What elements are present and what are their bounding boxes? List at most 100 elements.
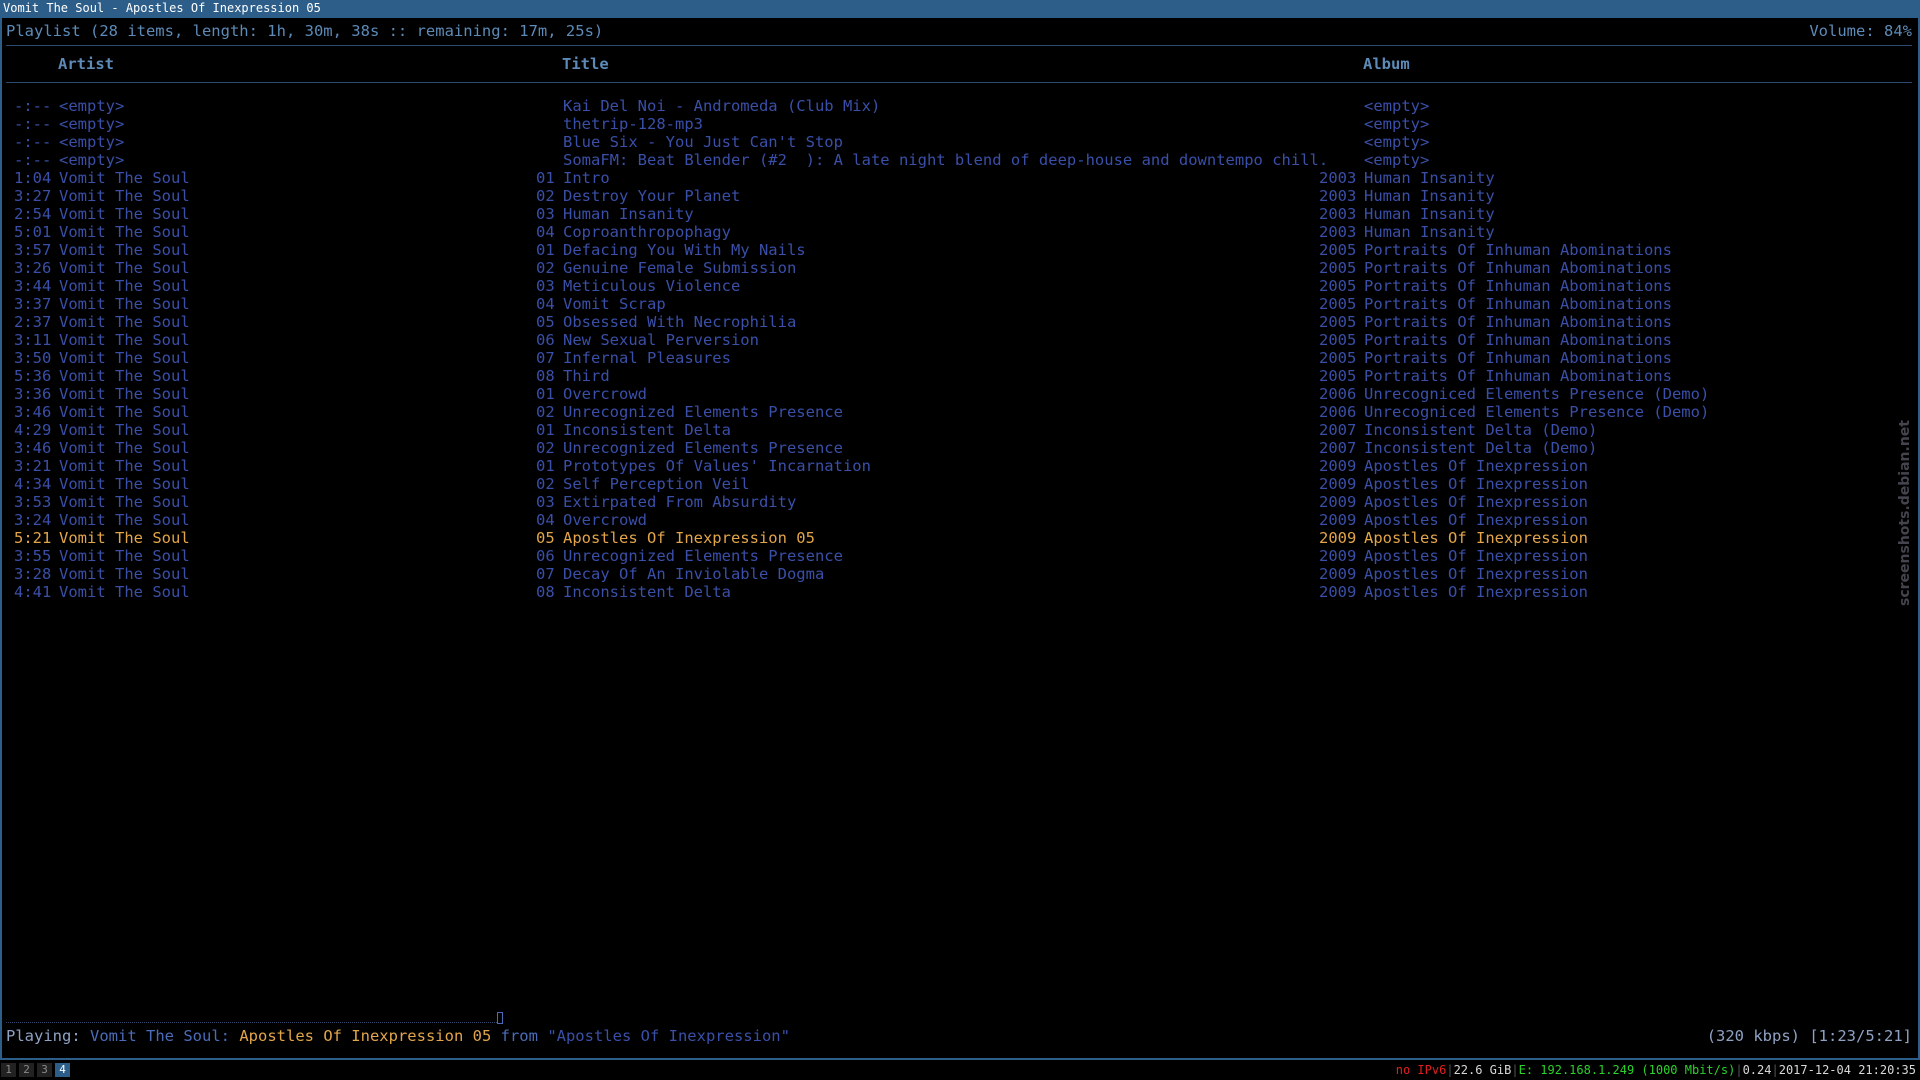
- track-length: 4:41: [14, 583, 52, 601]
- playlist-row[interactable]: 4:29 Vomit The Soul 01 Inconsistent Delta 20…: [2, 421, 1918, 439]
- playlist-row[interactable]: -:-- <empty> SomaFM: Beat Blender (#2 ): A…: [2, 151, 1918, 169]
- playlist-row[interactable]: 4:34 Vomit The Soul 02 Self Perception Veil…: [2, 475, 1918, 493]
- ethernet-status: E: 192.168.1.249 (1000 Mbit/s): [1518, 1063, 1736, 1077]
- track-year: 2009: [1319, 547, 1357, 565]
- track-year: 2005: [1319, 277, 1357, 295]
- track-artist: Vomit The Soul: [59, 439, 190, 457]
- playlist-row[interactable]: 3:50 Vomit The Soul 07 Infernal Pleasures 20…: [2, 349, 1918, 367]
- track-length: 4:34: [14, 475, 52, 493]
- playlist-row[interactable]: 3:55 Vomit The Soul 06 Unrecognized Element…: [2, 547, 1918, 565]
- playlist-row[interactable]: -:-- <empty> thetrip-128-mp3 <empty>: [2, 115, 1918, 133]
- playlist-row[interactable]: 1:04 Vomit The Soul 01 Intro 2003 Human Insan…: [2, 169, 1918, 187]
- track-album: Apostles Of Inexpression: [1364, 475, 1588, 493]
- track-number: 05: [536, 529, 555, 547]
- track-album: Portraits Of Inhuman Abominations: [1364, 295, 1672, 313]
- playlist-row-current[interactable]: 5:21 Vomit The Soul 05 Apostles Of Inexpres…: [2, 529, 1918, 547]
- track-year: 2007: [1319, 421, 1357, 439]
- playlist-row[interactable]: 3:26 Vomit The Soul 02 Genuine Female Submi…: [2, 259, 1918, 277]
- track-artist: Vomit The Soul: [59, 331, 190, 349]
- track-album: Portraits Of Inhuman Abominations: [1364, 367, 1672, 385]
- system-status: no IPv6|22.6 GiB|E: 192.168.1.249 (1000 …: [1395, 1063, 1916, 1077]
- track-length: 4:29: [14, 421, 52, 439]
- track-artist: Vomit The Soul: [59, 385, 190, 403]
- track-length: 2:37: [14, 313, 52, 331]
- workspace-2[interactable]: 2: [19, 1063, 34, 1077]
- track-artist: Vomit The Soul: [59, 421, 190, 439]
- playlist-row[interactable]: 2:37 Vomit The Soul 05 Obsessed With Necrop…: [2, 313, 1918, 331]
- playlist-row[interactable]: 3:36 Vomit The Soul 01 Overcrowd 2006 Unrecog…: [2, 385, 1918, 403]
- track-title: Coproanthropophagy: [563, 223, 731, 241]
- track-title: Inconsistent Delta: [563, 583, 731, 601]
- playlist-row[interactable]: 3:46 Vomit The Soul 02 Unrecognized Element…: [2, 439, 1918, 457]
- track-year: 2009: [1319, 565, 1357, 583]
- track-title: Defacing You With My Nails: [563, 241, 806, 259]
- playlist-row[interactable]: 3:57 Vomit The Soul 01 Defacing You With My…: [2, 241, 1918, 259]
- progress-cursor[interactable]: [497, 1012, 504, 1024]
- track-length: 3:46: [14, 439, 52, 457]
- track-length: 1:04: [14, 169, 52, 187]
- playlist-row[interactable]: -:-- <empty> Blue Six - You Just Can't Sto…: [2, 133, 1918, 151]
- track-title: Unrecognized Elements Presence: [563, 547, 843, 565]
- track-length: 3:27: [14, 187, 52, 205]
- column-headers: Artist Title Album: [2, 53, 1918, 75]
- playlist-row[interactable]: -:-- <empty> Kai Del Noi - Andromeda (Club…: [2, 97, 1918, 115]
- column-header-album[interactable]: Album: [1363, 53, 1410, 75]
- track-length: 5:21: [14, 529, 52, 547]
- track-artist: <empty>: [59, 115, 125, 133]
- track-year: 2009: [1319, 583, 1357, 601]
- track-album: Apostles Of Inexpression: [1364, 457, 1588, 475]
- track-length: 3:24: [14, 511, 52, 529]
- track-artist: Vomit The Soul: [59, 187, 190, 205]
- track-album: Apostles Of Inexpression: [1364, 529, 1588, 547]
- playlist-row[interactable]: 3:28 Vomit The Soul 07 Decay Of An Inviolab…: [2, 565, 1918, 583]
- track-length: -:--: [14, 133, 52, 151]
- watermark: screenshots.debian.net: [1897, 420, 1915, 660]
- track-number: 03: [536, 277, 555, 295]
- playlist-row[interactable]: 5:01 Vomit The Soul 04 Coproanthropophagy 20…: [2, 223, 1918, 241]
- playlist-row[interactable]: 3:11 Vomit The Soul 06 New Sexual Perversio…: [2, 331, 1918, 349]
- playlist-row[interactable]: 3:46 Vomit The Soul 02 Unrecognized Element…: [2, 403, 1918, 421]
- track-year: 2005: [1319, 241, 1357, 259]
- track-length: 3:53: [14, 493, 52, 511]
- track-number: 01: [536, 169, 555, 187]
- workspace-1[interactable]: 1: [1, 1063, 16, 1077]
- column-header-title[interactable]: Title: [562, 53, 609, 75]
- column-header-artist[interactable]: Artist: [58, 53, 114, 75]
- playlist-row[interactable]: 3:53 Vomit The Soul 03 Extirpated From Absu…: [2, 493, 1918, 511]
- track-title: Overcrowd: [563, 385, 647, 403]
- track-artist: Vomit The Soul: [59, 367, 190, 385]
- workspace-4[interactable]: 4: [55, 1063, 70, 1077]
- progress-track[interactable]: [6, 1014, 498, 1023]
- track-length: 5:01: [14, 223, 52, 241]
- playlist-row[interactable]: 3:44 Vomit The Soul 03 Meticulous Violence 2…: [2, 277, 1918, 295]
- track-title: Extirpated From Absurdity: [563, 493, 797, 511]
- track-year: 2003: [1319, 223, 1357, 241]
- playlist-row[interactable]: 3:24 Vomit The Soul 04 Overcrowd 2009 Apostle…: [2, 511, 1918, 529]
- track-number: 02: [536, 259, 555, 277]
- track-title: Destroy Your Planet: [563, 187, 741, 205]
- track-length: 3:26: [14, 259, 52, 277]
- track-artist: Vomit The Soul: [59, 565, 190, 583]
- playlist-row[interactable]: 3:27 Vomit The Soul 02 Destroy Your Planet 2…: [2, 187, 1918, 205]
- track-album: Inconsistent Delta (Demo): [1364, 421, 1598, 439]
- track-title: Third: [563, 367, 610, 385]
- workspace-3[interactable]: 3: [37, 1063, 52, 1077]
- track-number: 04: [536, 295, 555, 313]
- track-year: 2003: [1319, 205, 1357, 223]
- playlist-row[interactable]: 4:41 Vomit The Soul 08 Inconsistent Delta 20…: [2, 583, 1918, 601]
- track-number: 08: [536, 583, 555, 601]
- track-title: New Sexual Perversion: [563, 331, 759, 349]
- terminal-window[interactable]: Playlist (28 items, length: 1h, 30m, 38s…: [0, 16, 1920, 1060]
- playlist-row[interactable]: 5:36 Vomit The Soul 08 Third 2005 Portraits O…: [2, 367, 1918, 385]
- playlist-row[interactable]: 3:37 Vomit The Soul 04 Vomit Scrap 2005 Portr…: [2, 295, 1918, 313]
- track-year: 2006: [1319, 403, 1357, 421]
- track-length: 3:55: [14, 547, 52, 565]
- playlist-row[interactable]: 2:54 Vomit The Soul 03 Human Insanity 2003 Hu…: [2, 205, 1918, 223]
- playlist-row[interactable]: 3:21 Vomit The Soul 01 Prototypes Of Values…: [2, 457, 1918, 475]
- track-year: 2005: [1319, 295, 1357, 313]
- volume-indicator[interactable]: Volume: 84%: [1809, 20, 1912, 42]
- track-artist: Vomit The Soul: [59, 313, 190, 331]
- track-artist: <empty>: [59, 151, 125, 169]
- now-playing: Playing: Vomit The Soul: Apostles Of Ine…: [6, 1025, 790, 1047]
- track-length: -:--: [14, 97, 52, 115]
